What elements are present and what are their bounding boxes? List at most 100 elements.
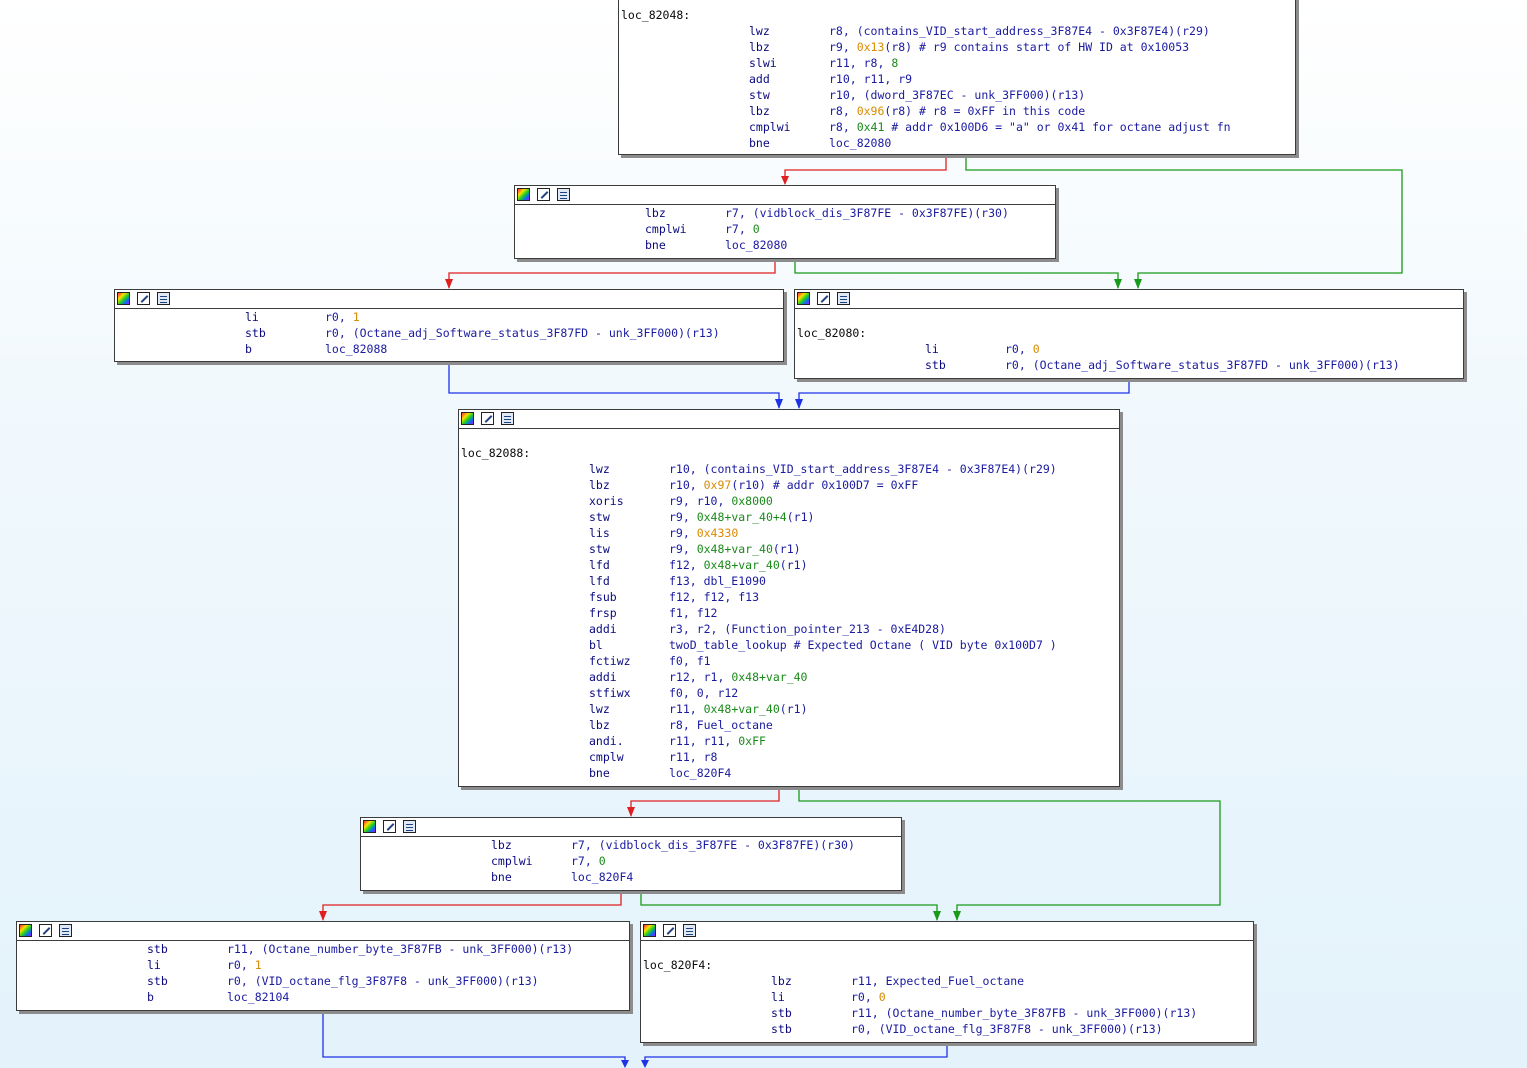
instruction-line[interactable]: lbz r7, (vidblock_dis_3F87FE - 0x3F87FE)(… bbox=[363, 837, 899, 853]
operand: r10, (dword_3F87EC - unk_3FF000)(r13) bbox=[829, 88, 1086, 102]
instruction-line[interactable]: li r0, 1 bbox=[117, 309, 781, 325]
instruction-line[interactable]: lbz r7, (vidblock_dis_3F87FE - 0x3F87FE)(… bbox=[517, 205, 1053, 221]
code-block-set-status-1[interactable]: li r0, 1 stb r0, (Octane_adj_Software_statu… bbox=[114, 289, 784, 362]
edge-arrowhead bbox=[1114, 279, 1122, 289]
instruction-line[interactable]: stfiwx f0, 0, r12 bbox=[461, 685, 1117, 701]
mnemonic: frsp bbox=[589, 606, 617, 620]
color-palette-icon[interactable] bbox=[461, 412, 474, 425]
instruction-line[interactable]: add r10, r11, r9 bbox=[621, 71, 1293, 87]
operand: (r8) # r8 = 0xFF in this code bbox=[884, 104, 1086, 118]
instruction-line[interactable]: lbz r11, Expected_Fuel_octane bbox=[643, 973, 1251, 989]
mnemonic: lbz bbox=[491, 838, 512, 852]
edit-pencil-icon[interactable] bbox=[39, 924, 52, 937]
color-palette-icon[interactable] bbox=[797, 292, 810, 305]
instruction-line[interactable]: lbz r10, 0x97(r10) # addr 0x100D7 = 0xFF bbox=[461, 477, 1117, 493]
code-block-loc-82080[interactable]: loc_82080: li r0, 0 stb r0, (Octane_adj_Sof… bbox=[794, 289, 1464, 379]
instruction-line[interactable]: fsub f12, f12, f13 bbox=[461, 589, 1117, 605]
instruction-line[interactable]: li r0, 1 bbox=[19, 957, 627, 973]
instruction-line[interactable]: stb r0, (Octane_adj_Software_status_3F87F… bbox=[797, 357, 1461, 373]
instruction-line[interactable]: li r0, 0 bbox=[797, 341, 1461, 357]
immediate-value: 0x96 bbox=[856, 104, 885, 118]
instruction-line[interactable]: li r0, 0 bbox=[643, 989, 1251, 1005]
list-view-icon[interactable] bbox=[157, 292, 170, 305]
instruction-line[interactable]: cmplwi r7, 0 bbox=[363, 853, 899, 869]
operand: r10, r11, r9 bbox=[829, 72, 913, 86]
operand: r0, (VID_octane_flg_3F87F8 - unk_3FF000)… bbox=[851, 1022, 1163, 1036]
instruction-line[interactable]: stb r0, (VID_octane_flg_3F87F8 - unk_3FF0… bbox=[643, 1021, 1251, 1037]
code-block-loc-82088[interactable]: loc_82088: lwz r10, (contains_VID_start_a… bbox=[458, 409, 1120, 787]
constant-operand: 0x48+var_40 bbox=[703, 558, 780, 572]
operand: (r1) bbox=[779, 702, 808, 716]
operand: r12, r1, bbox=[669, 670, 732, 684]
instruction-line[interactable]: lbz r9, 0x13(r8) # r9 contains start of H… bbox=[621, 39, 1293, 55]
instruction-line[interactable]: lbz r8, Fuel_octane bbox=[461, 717, 1117, 733]
list-view-icon[interactable] bbox=[837, 292, 850, 305]
instruction-line[interactable]: stb r0, (Octane_adj_Software_status_3F87F… bbox=[117, 325, 781, 341]
operand: r9, r10, bbox=[669, 494, 732, 508]
edit-pencil-icon[interactable] bbox=[137, 292, 150, 305]
instruction-line[interactable]: bne loc_82080 bbox=[621, 135, 1293, 151]
instruction-line[interactable]: bne loc_820F4 bbox=[461, 765, 1117, 781]
instruction-line[interactable]: slwi r11, r8, 8 bbox=[621, 55, 1293, 71]
edit-pencil-icon[interactable] bbox=[663, 924, 676, 937]
mnemonic: stb bbox=[147, 974, 168, 988]
edit-pencil-icon[interactable] bbox=[817, 292, 830, 305]
list-view-icon[interactable] bbox=[59, 924, 72, 937]
code-block-vidblock-check-1[interactable]: lbz r7, (vidblock_dis_3F87FE - 0x3F87FE)(… bbox=[514, 185, 1056, 259]
instruction-line[interactable]: lfd f12, 0x48+var_40(r1) bbox=[461, 557, 1117, 573]
immediate-value: 0x4330 bbox=[696, 526, 739, 540]
instruction-line[interactable]: b loc_82088 bbox=[117, 341, 781, 357]
instruction-line[interactable]: stw r10, (dword_3F87EC - unk_3FF000)(r13) bbox=[621, 87, 1293, 103]
instruction-line[interactable]: bl twoD_table_lookup # Expected Octane ( … bbox=[461, 637, 1117, 653]
instruction-line[interactable]: lwz r11, 0x48+var_40(r1) bbox=[461, 701, 1117, 717]
edit-pencil-icon[interactable] bbox=[481, 412, 494, 425]
edit-pencil-icon[interactable] bbox=[383, 820, 396, 833]
instruction-line[interactable]: lbz r8, 0x96(r8) # r8 = 0xFF in this code bbox=[621, 103, 1293, 119]
operand: f1, f12 bbox=[669, 606, 718, 620]
instruction-line[interactable]: stw r9, 0x48+var_40(r1) bbox=[461, 541, 1117, 557]
instruction-line[interactable]: fctiwz f0, f1 bbox=[461, 653, 1117, 669]
instruction-line[interactable]: stb r0, (VID_octane_flg_3F87F8 - unk_3FF0… bbox=[19, 973, 627, 989]
code-block-set-octane-flag[interactable]: stb r11, (Octane_number_byte_3F87FB - unk… bbox=[16, 921, 630, 1011]
instruction-line[interactable]: addi r12, r1, 0x48+var_40 bbox=[461, 669, 1117, 685]
list-view-icon[interactable] bbox=[403, 820, 416, 833]
instruction-line[interactable]: lis r9, 0x4330 bbox=[461, 525, 1117, 541]
color-palette-icon[interactable] bbox=[643, 924, 656, 937]
instruction-line[interactable]: andi. r11, r11, 0xFF bbox=[461, 733, 1117, 749]
constant-operand: 0 bbox=[598, 854, 606, 868]
mnemonic: cmplw bbox=[589, 750, 624, 764]
list-view-icon[interactable] bbox=[557, 188, 570, 201]
instruction-line[interactable]: bne loc_82080 bbox=[517, 237, 1053, 253]
block-body: loc_82088: lwz r10, (contains_VID_start_a… bbox=[459, 429, 1119, 781]
code-block-vidblock-check-2[interactable]: lbz r7, (vidblock_dis_3F87FE - 0x3F87FE)(… bbox=[360, 817, 902, 891]
constant-operand: 0 bbox=[752, 222, 760, 236]
instruction-line[interactable]: b loc_82104 bbox=[19, 989, 627, 1005]
instruction-line[interactable]: cmplwi r8, 0x41 # addr 0x100D6 = "a" or 0… bbox=[621, 119, 1293, 135]
list-view-icon[interactable] bbox=[501, 412, 514, 425]
instruction-line[interactable]: stb r11, (Octane_number_byte_3F87FB - unk… bbox=[643, 1005, 1251, 1021]
instruction-line[interactable]: addi r3, r2, (Function_pointer_213 - 0xE4… bbox=[461, 621, 1117, 637]
instruction-line[interactable]: cmplw r11, r8 bbox=[461, 749, 1117, 765]
list-view-icon[interactable] bbox=[683, 924, 696, 937]
instruction-line[interactable]: bne loc_820F4 bbox=[363, 869, 899, 885]
instruction-line[interactable]: xoris r9, r10, 0x8000 bbox=[461, 493, 1117, 509]
operand: r8, bbox=[829, 104, 857, 118]
color-palette-icon[interactable] bbox=[517, 188, 530, 201]
immediate-value: 0 bbox=[878, 990, 886, 1004]
color-palette-icon[interactable] bbox=[363, 820, 376, 833]
operand: (r10) # addr 0x100D7 = 0xFF bbox=[731, 478, 919, 492]
instruction-line[interactable]: cmplwi r7, 0 bbox=[517, 221, 1053, 237]
instruction-line[interactable]: lwz r10, (contains_VID_start_address_3F87… bbox=[461, 461, 1117, 477]
instruction-line[interactable]: lfd f13, dbl_E1090 bbox=[461, 573, 1117, 589]
code-block-loc-82048[interactable]: loc_82048: lwz r8, (contains_VID_start_ad… bbox=[618, 0, 1296, 155]
operand: loc_82088 bbox=[325, 342, 388, 356]
instruction-line[interactable]: lwz r8, (contains_VID_start_address_3F87E… bbox=[621, 23, 1293, 39]
code-block-loc-820f4[interactable]: loc_820F4: lbz r11, Expected_Fuel_octane l… bbox=[640, 921, 1254, 1043]
color-palette-icon[interactable] bbox=[117, 292, 130, 305]
color-palette-icon[interactable] bbox=[19, 924, 32, 937]
instruction-line[interactable]: frsp f1, f12 bbox=[461, 605, 1117, 621]
mnemonic: fctiwz bbox=[589, 654, 631, 668]
edit-pencil-icon[interactable] bbox=[537, 188, 550, 201]
instruction-line[interactable]: stw r9, 0x48+var_40+4(r1) bbox=[461, 509, 1117, 525]
instruction-line[interactable]: stb r11, (Octane_number_byte_3F87FB - unk… bbox=[19, 941, 627, 957]
